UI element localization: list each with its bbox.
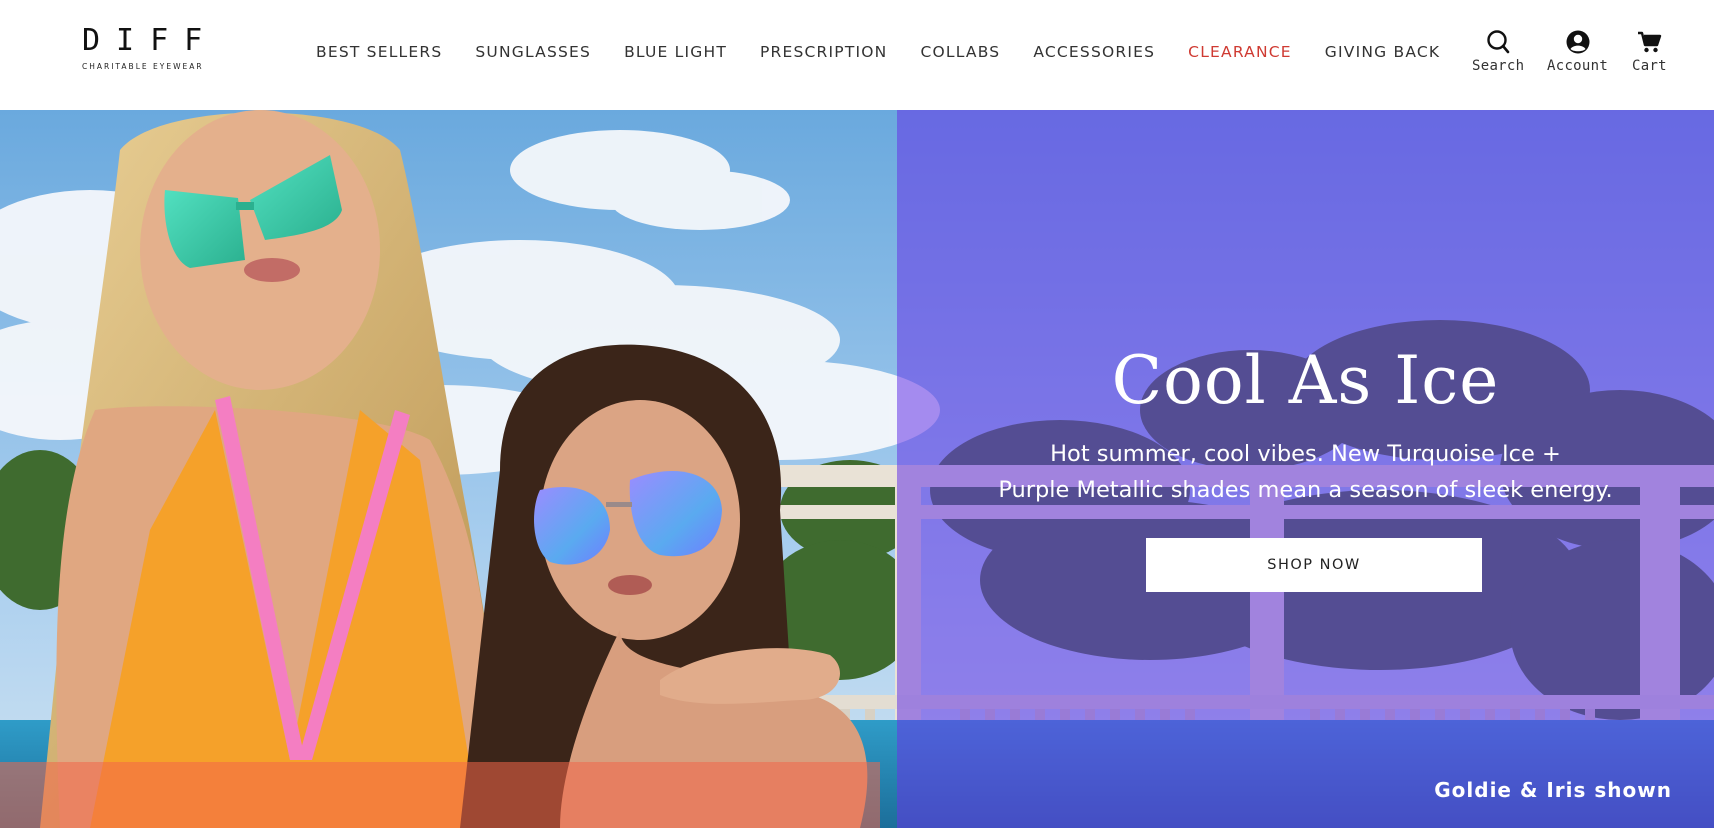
nav-sunglasses[interactable]: SUNGLASSES [475, 43, 591, 61]
cart-icon [1635, 28, 1663, 56]
shop-now-button[interactable]: SHOP NOW [1146, 538, 1482, 592]
product-caption: Goldie & Iris shown [1434, 778, 1672, 802]
cart-label: Cart [1632, 58, 1667, 74]
account-label: Account [1547, 58, 1609, 74]
logo-tagline: CHARITABLE EYEWEAR [82, 62, 204, 71]
hero-subtitle-line-1: Hot summer, cool vibes. New Turquoise Ic… [1050, 441, 1561, 467]
nav-collabs[interactable]: COLLABS [920, 43, 1000, 61]
search-button[interactable]: Search [1472, 28, 1524, 74]
account-button[interactable]: Account [1547, 28, 1608, 74]
hero-title: Cool As Ice [1111, 342, 1500, 419]
cart-button[interactable]: Cart [1632, 28, 1667, 74]
nav-giving-back[interactable]: GIVING BACK [1325, 43, 1440, 61]
search-icon [1484, 28, 1512, 56]
search-label: Search [1472, 58, 1525, 74]
site-header: DIFF CHARITABLE EYEWEAR BEST SELLERS SUN… [0, 0, 1714, 111]
nav-accessories[interactable]: ACCESSORIES [1033, 43, 1155, 61]
hero-banner: Cool As Ice Hot summer, cool vibes. New … [0, 110, 1714, 828]
nav-prescription[interactable]: PRESCRIPTION [760, 43, 888, 61]
diff-logo[interactable]: DIFF CHARITABLE EYEWEAR [82, 24, 222, 80]
logo-wordmark[interactable]: DIFF [82, 24, 222, 58]
account-icon [1564, 28, 1592, 56]
hero-subtitle: Hot summer, cool vibes. New Turquoise Ic… [897, 436, 1714, 508]
nav-best-sellers[interactable]: BEST SELLERS [316, 43, 442, 61]
nav-clearance[interactable]: CLEARANCE [1188, 43, 1292, 61]
main-nav: BEST SELLERS SUNGLASSES BLUE LIGHT PRESC… [316, 40, 1473, 64]
nav-blue-light[interactable]: BLUE LIGHT [624, 43, 727, 61]
hero-subtitle-line-2: Purple Metallic shades mean a season of … [998, 477, 1613, 503]
